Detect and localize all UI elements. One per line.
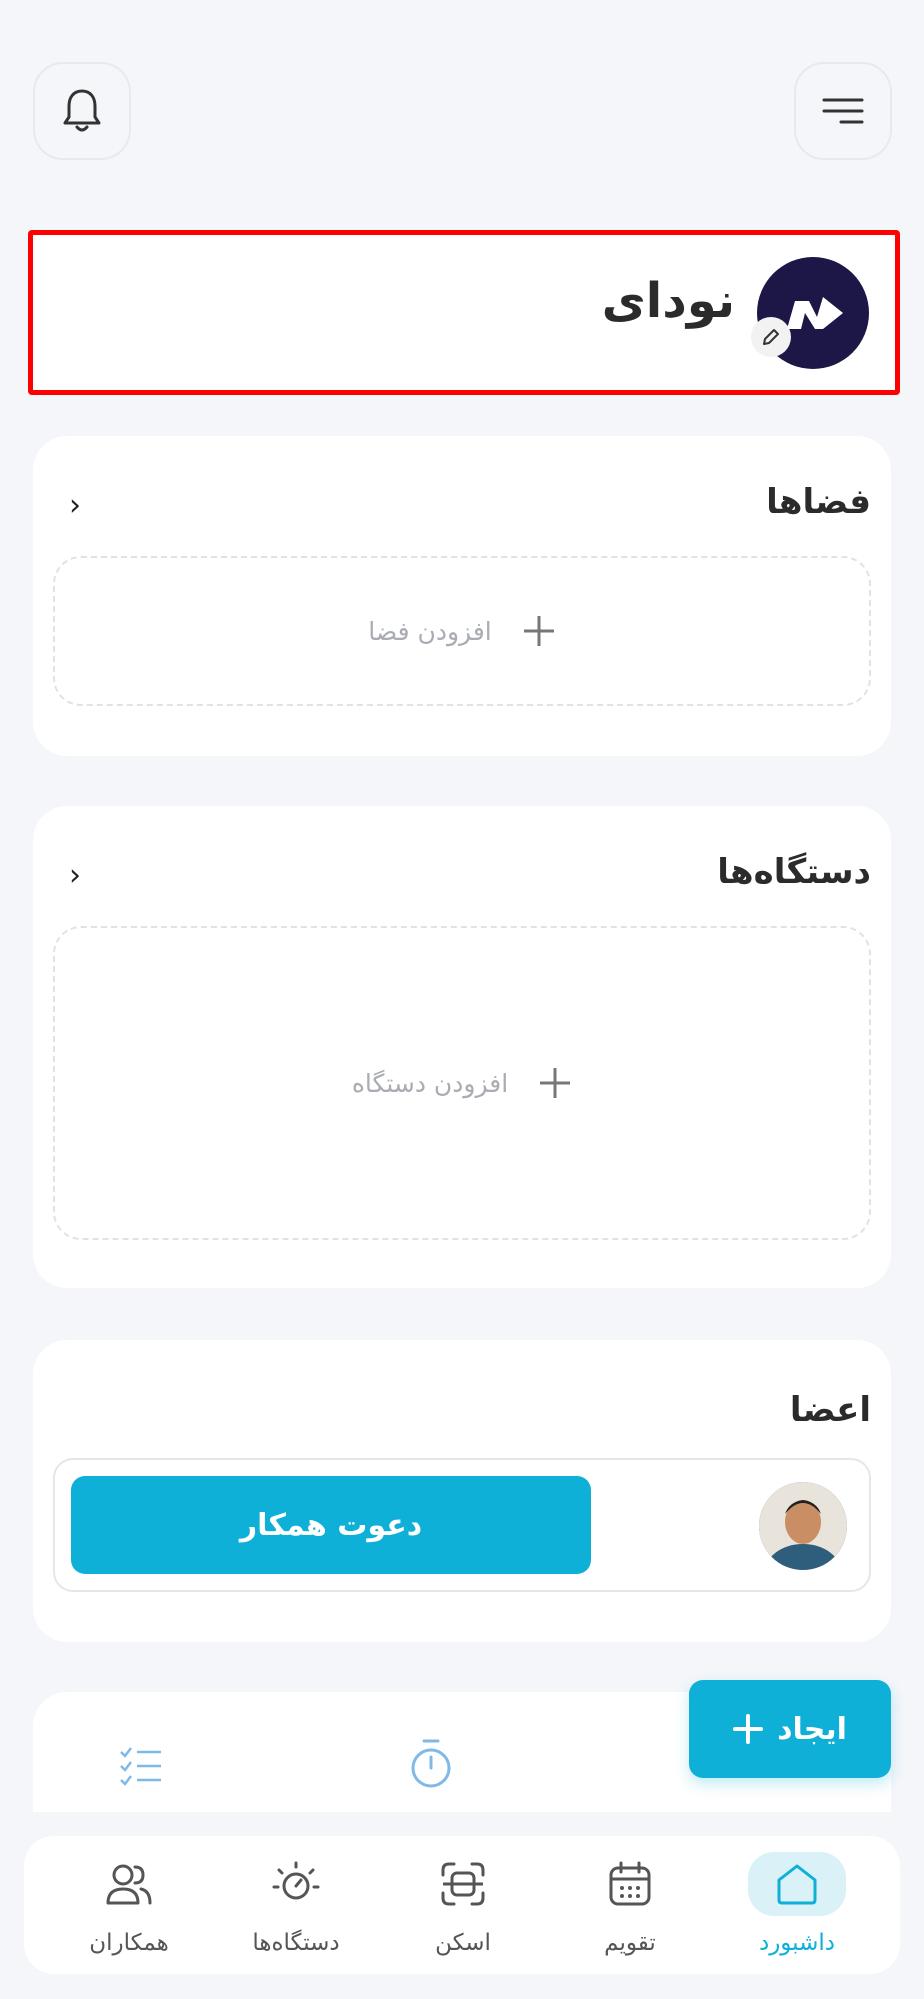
add-space-button[interactable]: افزودن فضا — [53, 556, 871, 706]
bell-icon — [63, 89, 101, 132]
devices-chevron-icon[interactable]: › — [69, 858, 81, 893]
members-title: اعضا — [789, 1390, 871, 1430]
spaces-chevron-icon[interactable]: › — [69, 488, 81, 523]
home-icon — [777, 1864, 817, 1905]
bottom-nav: داشبورد تقویم اسکن — [24, 1836, 900, 1974]
avatar-image-icon — [759, 1482, 847, 1570]
scan-icon — [441, 1862, 485, 1906]
plus-icon — [540, 1068, 571, 1098]
menu-icon — [822, 98, 864, 124]
nav-dashboard-label: داشبورد — [758, 1930, 836, 1956]
device-icon — [272, 1861, 320, 1900]
nav-scan[interactable]: اسکن — [388, 1836, 538, 1976]
calendar-icon — [609, 1861, 651, 1906]
nav-calendar-label: تقویم — [604, 1930, 656, 1956]
spaces-card: فضاها › افزودن فضا — [33, 436, 891, 756]
nav-devices-icon-wrap — [247, 1852, 345, 1916]
nav-scan-icon-wrap — [414, 1852, 512, 1916]
nav-scan-label: اسکن — [435, 1930, 491, 1956]
devices-title: دستگاه‌ها — [717, 852, 871, 892]
nav-devices-label: دستگاه‌ها — [252, 1930, 340, 1956]
devices-card: دستگاه‌ها › افزودن دستگاه — [33, 806, 891, 1288]
users-icon — [106, 1864, 152, 1905]
notifications-button[interactable] — [33, 62, 131, 160]
workspace-name: نودای — [601, 273, 735, 329]
add-device-button[interactable]: افزودن دستگاه — [53, 926, 871, 1240]
invite-label: دعوت همکار — [239, 1507, 423, 1543]
members-card: اعضا دعوت همکار — [33, 1340, 891, 1642]
nav-calendar[interactable]: تقویم — [555, 1836, 705, 1976]
nav-colleagues-icon-wrap — [80, 1852, 178, 1916]
invite-colleague-button[interactable]: دعوت همکار — [71, 1476, 591, 1574]
nav-dashboard-icon-wrap — [748, 1852, 846, 1916]
timer-icon[interactable] — [409, 1738, 453, 1790]
plus-icon — [733, 1714, 764, 1744]
spaces-title: فضاها — [766, 482, 871, 522]
plus-icon — [523, 616, 554, 646]
create-label: ایجاد — [777, 1711, 847, 1747]
nav-colleagues-label: همکاران — [89, 1930, 169, 1956]
add-space-label: افزودن فضا — [368, 616, 492, 646]
menu-button[interactable] — [794, 62, 892, 160]
nav-colleagues[interactable]: همکاران — [54, 1836, 204, 1976]
edit-logo-button[interactable] — [751, 317, 791, 357]
pencil-icon — [763, 329, 779, 345]
add-device-label: افزودن دستگاه — [351, 1068, 509, 1098]
member-avatar[interactable] — [759, 1482, 847, 1570]
nav-dashboard[interactable]: داشبورد — [722, 1836, 872, 1976]
nav-devices[interactable]: دستگاه‌ها — [221, 1836, 371, 1976]
checklist-icon[interactable] — [119, 1746, 163, 1786]
nav-calendar-icon-wrap — [581, 1852, 679, 1916]
workspace-header[interactable]: نودای — [28, 230, 900, 395]
create-button[interactable]: ایجاد — [689, 1680, 891, 1778]
members-row: دعوت همکار — [53, 1458, 871, 1592]
